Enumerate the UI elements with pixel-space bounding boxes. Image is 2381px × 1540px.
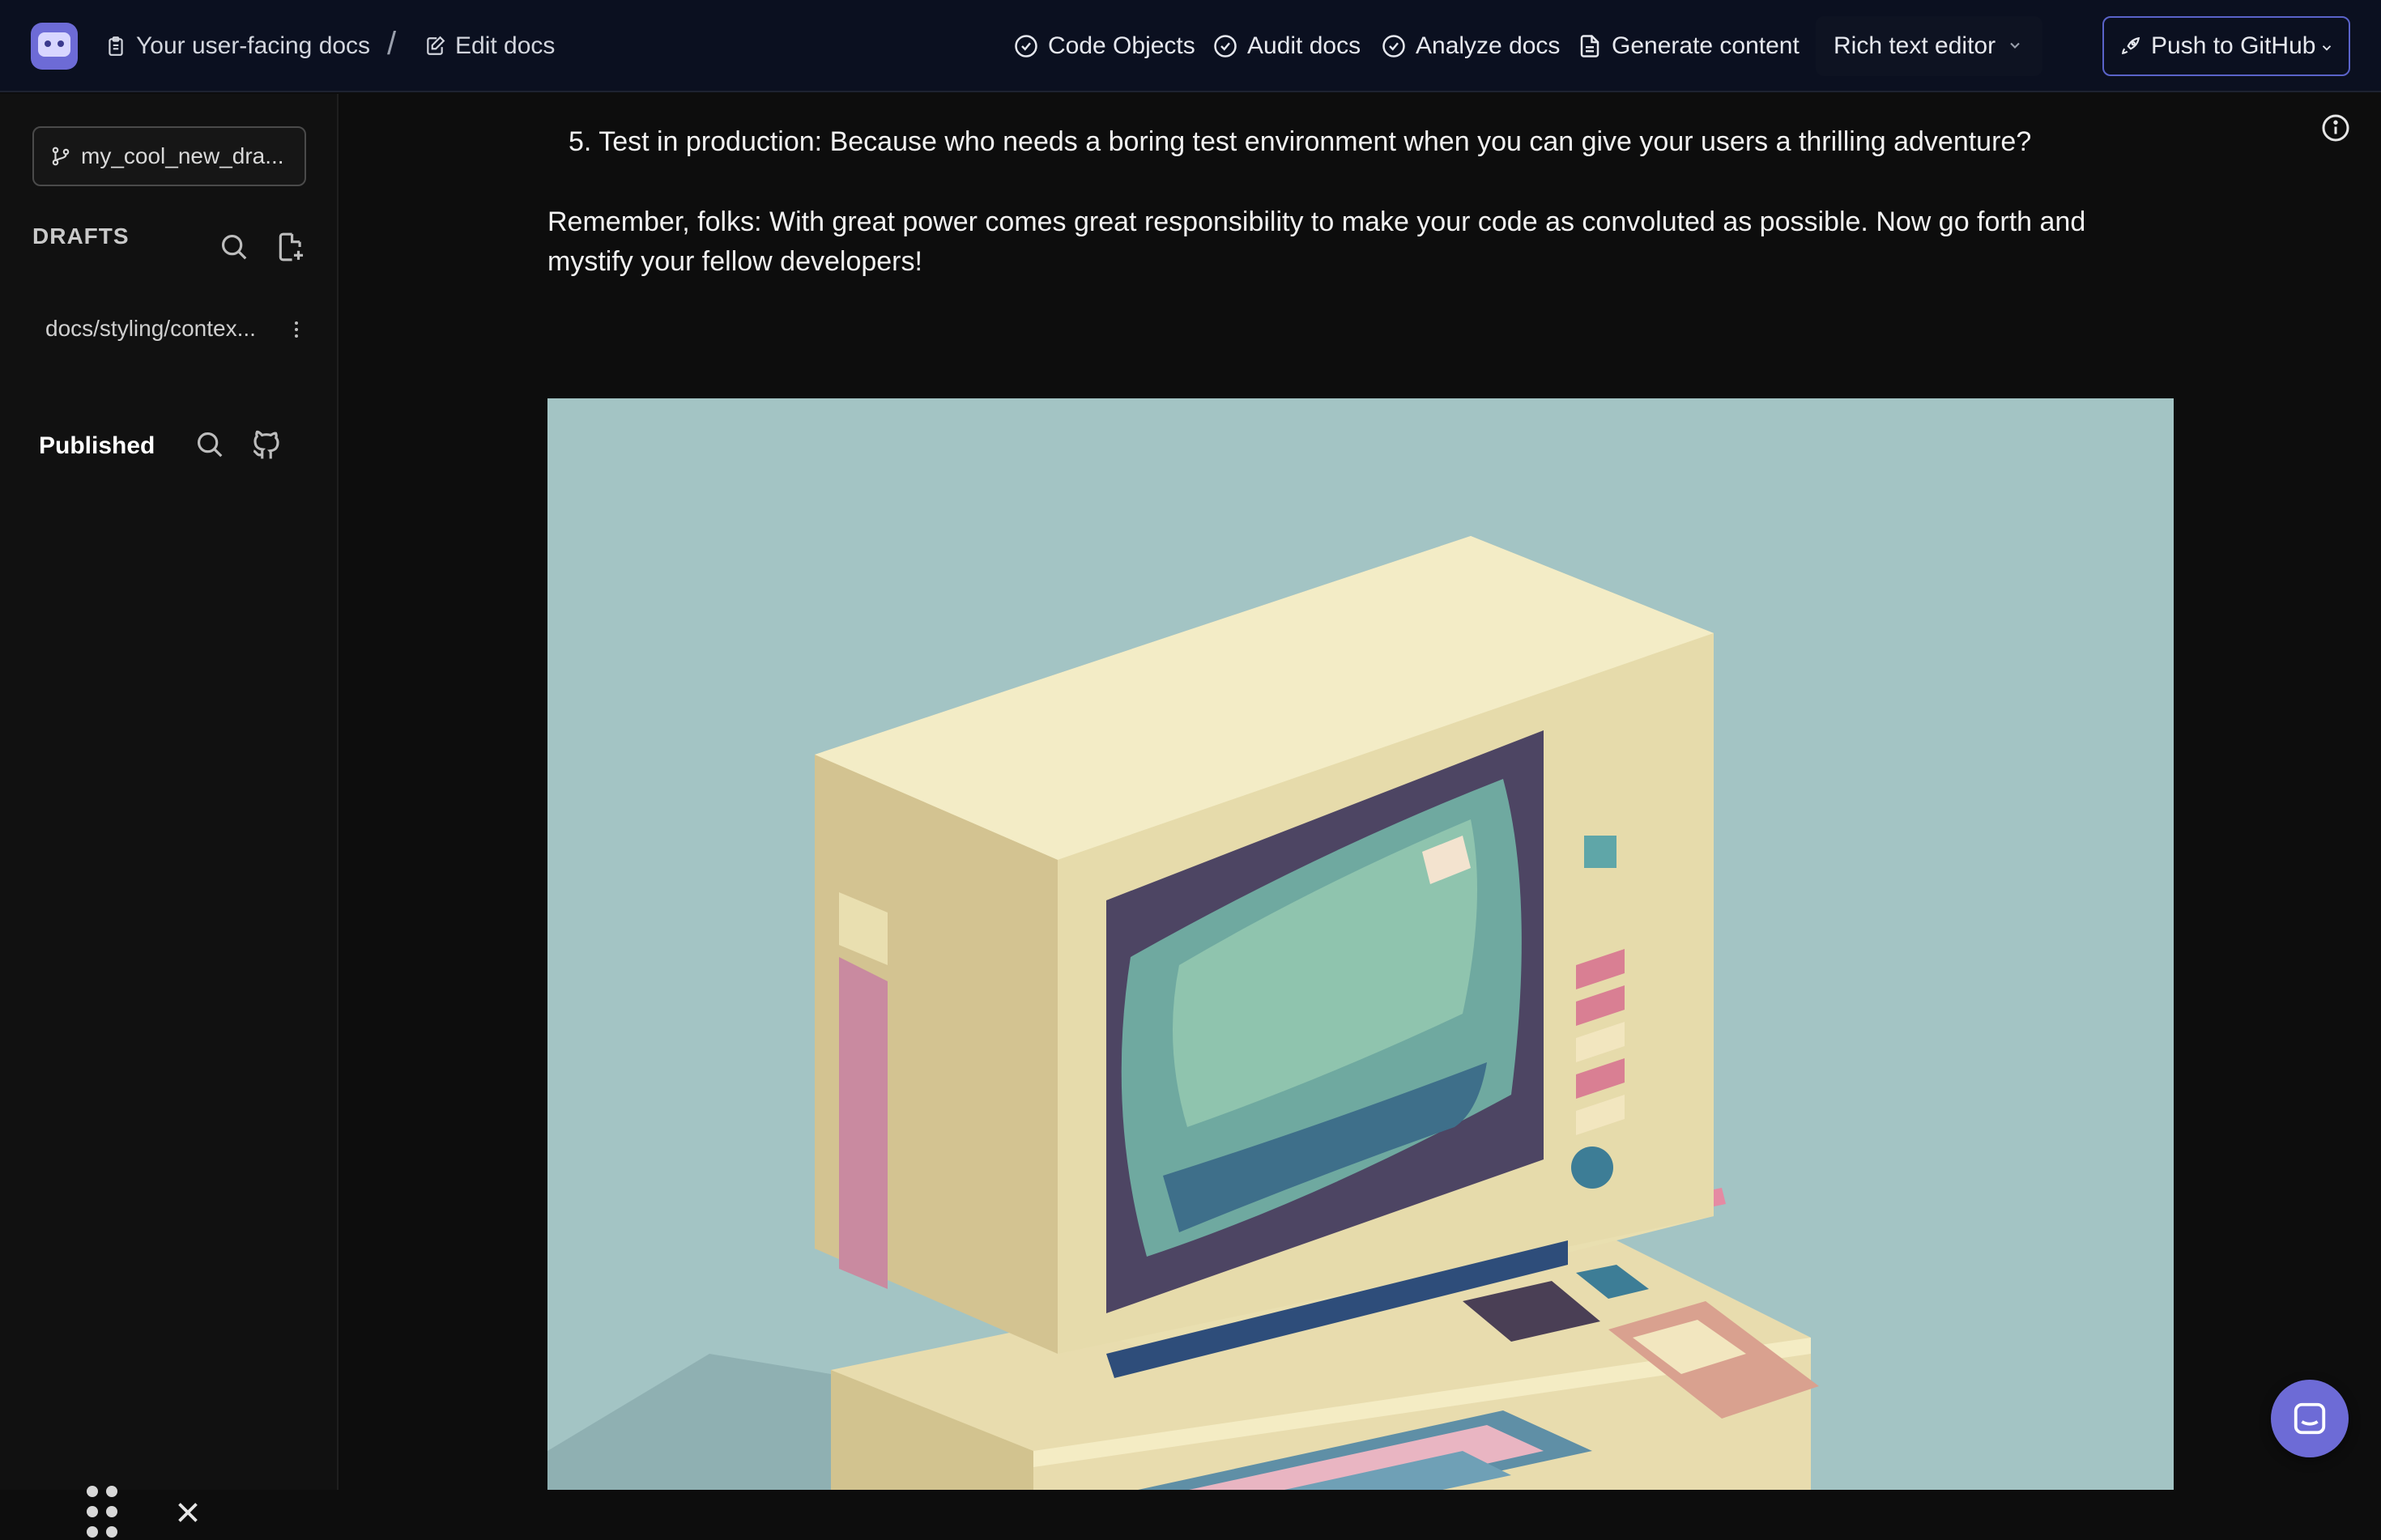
- more-options-icon[interactable]: [288, 317, 305, 342]
- clipboard-icon: [109, 36, 123, 56]
- rocket-icon: [2121, 36, 2140, 54]
- breadcrumb-separator: /: [387, 26, 397, 62]
- push-to-github-label: Push to GitHub: [2151, 32, 2316, 59]
- github-icon[interactable]: [249, 428, 283, 462]
- new-draft-icon[interactable]: [275, 232, 306, 262]
- top-bar: Your user-facing docs / Edit docs Code O…: [0, 0, 2381, 92]
- sidebar: my_cool_new_dra... DRAFTS docs/styling/c…: [0, 94, 339, 1538]
- info-icon[interactable]: [2321, 113, 2350, 143]
- drag-handle-icon[interactable]: [84, 1483, 120, 1540]
- drafts-heading: DRAFTS: [32, 223, 130, 249]
- chevron-down-icon: [2010, 42, 2020, 49]
- nav-audit-docs[interactable]: Audit docs: [1213, 0, 1361, 92]
- document-icon: [1580, 35, 1599, 57]
- branch-name: my_cool_new_dra...: [81, 143, 284, 168]
- breadcrumb-project-label: Your user-facing docs: [136, 32, 371, 59]
- editor-mode-select[interactable]: Rich text editor: [1816, 16, 2042, 76]
- git-branch-icon: [52, 147, 70, 166]
- app-logo-icon[interactable]: [31, 23, 78, 70]
- chat-icon: [2294, 1402, 2326, 1435]
- nav-analyze-docs-label: Analyze docs: [1416, 32, 1561, 59]
- close-icon[interactable]: [173, 1498, 202, 1527]
- nav-audit-docs-label: Audit docs: [1247, 32, 1361, 59]
- paragraph[interactable]: Remember, folks: With great power comes …: [547, 202, 2159, 282]
- check-circle-icon: [1214, 35, 1237, 57]
- breadcrumb-page[interactable]: Edit docs: [424, 0, 555, 92]
- nav-generate-content[interactable]: Generate content: [1578, 0, 1800, 92]
- branch-selector[interactable]: my_cool_new_dra...: [32, 126, 306, 186]
- search-published-icon[interactable]: [194, 429, 225, 460]
- check-circle-icon: [1015, 35, 1037, 57]
- draft-list-item[interactable]: docs/styling/contex...: [45, 316, 256, 342]
- search-drafts-icon[interactable]: [219, 232, 249, 262]
- nav-code-objects[interactable]: Code Objects: [1014, 0, 1195, 92]
- editor-content[interactable]: 5. Test in production: Because who needs…: [340, 94, 2381, 1490]
- retro-computer-illustration: [547, 536, 1819, 1490]
- breadcrumb-project[interactable]: Your user-facing docs: [105, 0, 370, 92]
- breadcrumb-page-label: Edit docs: [455, 32, 556, 59]
- chat-launcher-button[interactable]: [2271, 1380, 2349, 1457]
- push-to-github-button[interactable]: Push to GitHub: [2102, 16, 2350, 76]
- editor-mode-value: Rich text editor: [1834, 32, 1996, 59]
- retro-computer-image[interactable]: [547, 398, 2174, 1490]
- edit-document-icon: [427, 36, 445, 55]
- published-heading: Published: [39, 432, 155, 459]
- list-item[interactable]: 5. Test in production: Because who needs…: [569, 126, 2031, 158]
- check-circle-icon: [1382, 35, 1405, 57]
- nav-analyze-docs[interactable]: Analyze docs: [1382, 0, 1560, 92]
- chevron-down-icon[interactable]: [2319, 40, 2334, 55]
- nav-code-objects-label: Code Objects: [1048, 32, 1195, 59]
- nav-generate-content-label: Generate content: [1612, 32, 1800, 59]
